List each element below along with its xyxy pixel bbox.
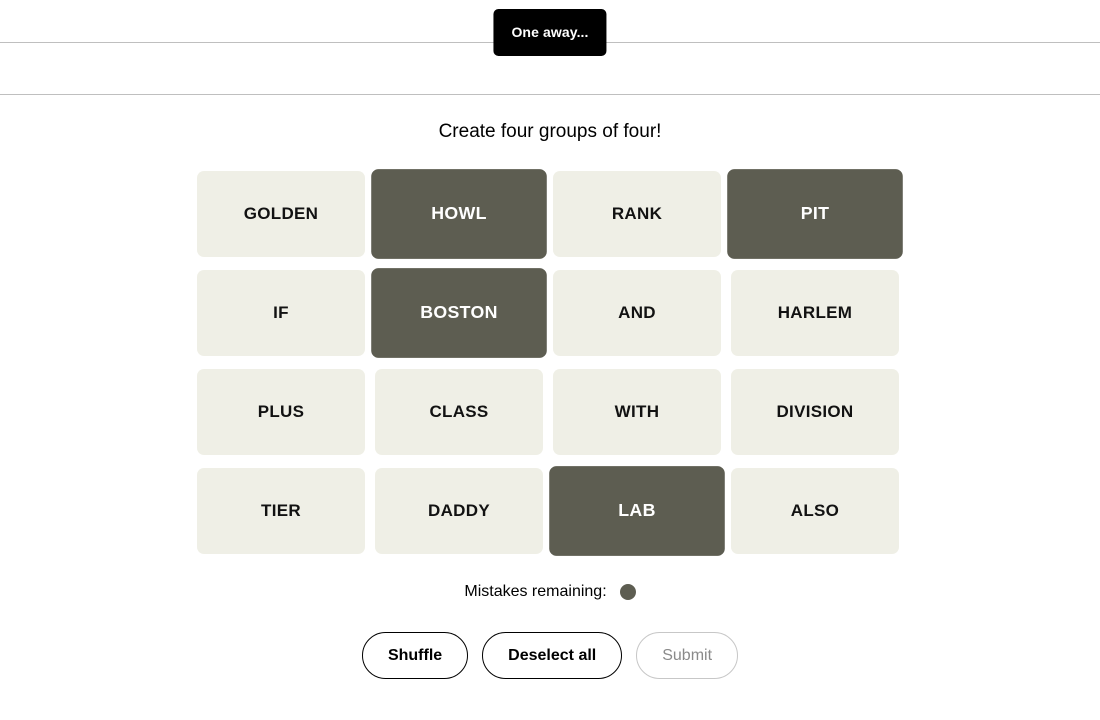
word-grid: GOLDEN HOWL RANK PIT IF BOSTON AND HARLEM PLUS CL… xyxy=(197,169,903,556)
instruction-text: Create four groups of four! xyxy=(438,121,662,142)
word-tile[interactable]: WITH xyxy=(553,369,721,455)
word-tile[interactable]: IF xyxy=(197,270,365,356)
mistakes-dots xyxy=(619,584,636,600)
word-tile[interactable]: PIT xyxy=(727,169,903,259)
word-tile[interactable]: RANK xyxy=(553,171,721,257)
connections-game-screen: One away... Create four groups of four! … xyxy=(0,0,1100,720)
mistake-dot xyxy=(619,584,636,600)
submit-button[interactable]: Submit xyxy=(636,632,739,679)
toast-message: One away... xyxy=(493,9,607,56)
word-tile[interactable]: TIER xyxy=(197,468,365,554)
word-tile[interactable]: DIVISION xyxy=(731,369,899,455)
word-tile[interactable]: PLUS xyxy=(197,369,365,455)
word-tile[interactable]: AND xyxy=(553,270,721,356)
word-tile[interactable]: LAB xyxy=(549,466,725,556)
word-tile[interactable]: GOLDEN xyxy=(197,171,365,257)
deselect-all-button[interactable]: Deselect all xyxy=(482,632,623,679)
action-buttons: Shuffle Deselect all Submit xyxy=(0,632,1100,679)
mistakes-remaining: Mistakes remaining: xyxy=(0,581,1100,603)
word-tile[interactable]: CLASS xyxy=(375,369,543,455)
word-tile[interactable]: DADDY xyxy=(375,468,543,554)
word-tile[interactable]: HOWL xyxy=(371,169,547,259)
word-tile[interactable]: BOSTON xyxy=(371,268,547,358)
word-tile[interactable]: ALSO xyxy=(731,468,899,554)
word-tile[interactable]: HARLEM xyxy=(731,270,899,356)
mistakes-label: Mistakes remaining: xyxy=(464,583,607,600)
shuffle-button[interactable]: Shuffle xyxy=(361,632,469,679)
